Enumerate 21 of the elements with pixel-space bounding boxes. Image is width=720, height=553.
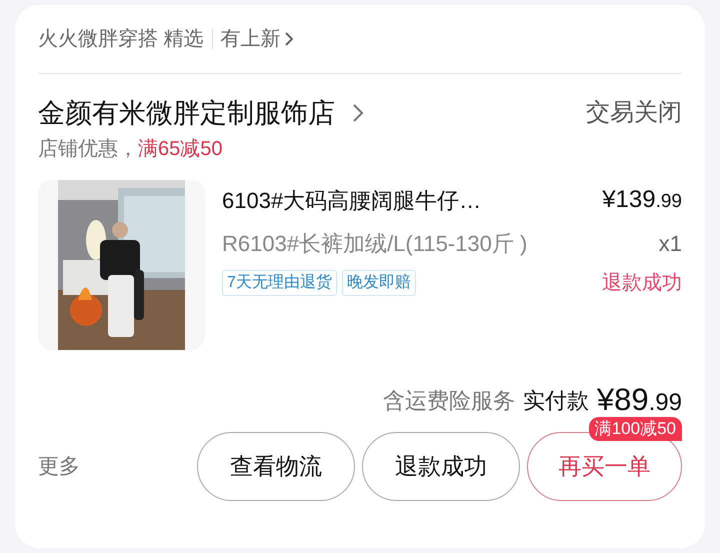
item-status: 退款成功	[602, 271, 682, 296]
total-amount: ¥89.99	[596, 380, 682, 419]
product-price: ¥139.99	[602, 185, 682, 215]
total-label: 实付款	[522, 386, 589, 414]
shop-name[interactable]: 金颜有米微胖定制服饰店	[38, 92, 335, 134]
product-variant: R6103#长裤加绒/L(115-130斤 )	[222, 230, 528, 258]
action-button[interactable]: 查看物流	[197, 432, 355, 501]
service-tag: 晚发即赔	[342, 270, 416, 296]
chevron-right-icon	[353, 104, 363, 122]
quantity: x1	[658, 230, 682, 258]
service-tag: 7天无理由退货	[222, 270, 337, 296]
source-label: 火火微胖穿搭 精选	[38, 27, 204, 52]
product-title[interactable]: 6103#大码高腰阔腿牛仔…	[222, 184, 482, 216]
order-status: 交易关闭	[586, 98, 682, 128]
promo-badge: 满100减50	[588, 417, 682, 441]
promo-text: 店铺优惠，满65减50	[38, 137, 222, 162]
chevron-right-icon	[284, 32, 293, 46]
service-note: 含运费险服务	[382, 386, 515, 414]
new-arrivals-link[interactable]: 有上新	[220, 24, 281, 54]
more-link[interactable]: 更多	[38, 450, 80, 482]
action-button[interactable]: 退款成功	[362, 432, 520, 501]
